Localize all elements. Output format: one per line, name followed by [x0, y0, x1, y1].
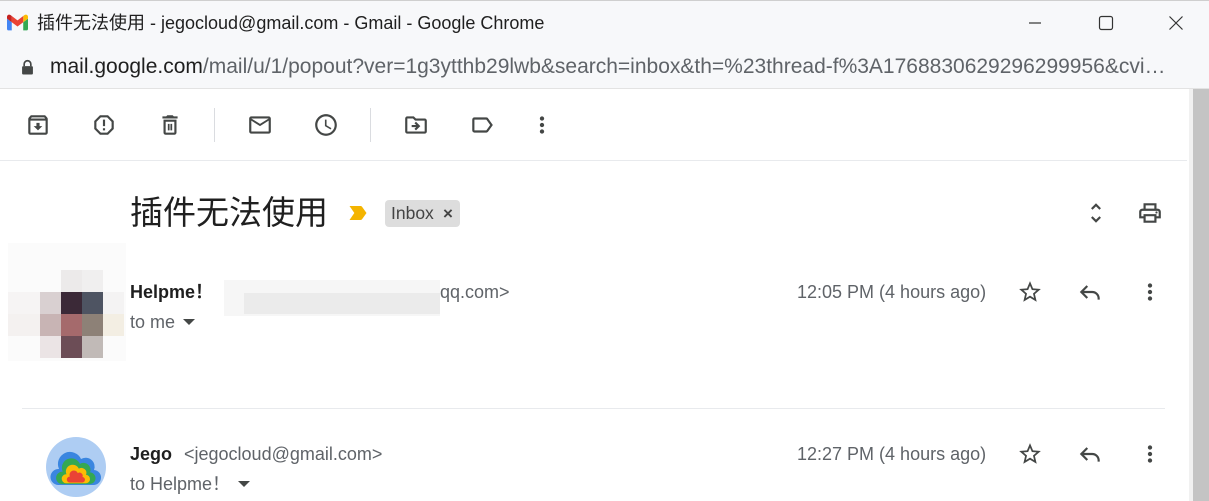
minimize-button[interactable] — [1006, 0, 1064, 46]
reply-button[interactable] — [1070, 434, 1110, 474]
label-icon — [472, 117, 493, 133]
label-button[interactable] — [462, 105, 502, 145]
message-more-button[interactable] — [1130, 272, 1170, 312]
avatar-mosaic-cell — [61, 270, 82, 292]
avatar-mosaic-cell — [40, 336, 61, 358]
redacted-email — [224, 280, 440, 316]
redacted-email-bar — [244, 293, 440, 314]
reply-icon — [1079, 447, 1100, 462]
delete-button[interactable] — [150, 105, 190, 145]
star-button[interactable] — [1010, 272, 1050, 312]
reply-icon — [1079, 285, 1100, 300]
report-spam-button[interactable] — [84, 105, 124, 145]
more-vert-icon — [1147, 283, 1153, 301]
window-title: 插件无法使用 - jegocloud@gmail.com - Gmail - G… — [37, 13, 545, 33]
url-path: /mail/u/1/popout?ver=1g3ytthb29lwb&searc… — [202, 55, 1166, 78]
sender-name[interactable]: Jego — [130, 442, 172, 466]
avatar-mosaic-cell — [40, 292, 61, 314]
archive-icon — [28, 115, 48, 135]
message-divider — [22, 408, 1165, 409]
star-button[interactable] — [1010, 434, 1050, 474]
lock-icon[interactable] — [20, 57, 35, 77]
recipients: to me — [130, 312, 176, 332]
message-more-button[interactable] — [1130, 434, 1170, 474]
thread-subject: 插件无法使用 — [130, 194, 328, 231]
more-actions-button[interactable] — [522, 105, 562, 145]
report-spam-icon — [94, 115, 114, 135]
archive-button[interactable] — [18, 105, 58, 145]
print-icon — [1139, 203, 1161, 223]
sender-name[interactable]: Helpme！ — [130, 280, 213, 304]
avatar-mosaic-cell — [8, 292, 40, 314]
avatar-mosaic-cell — [40, 314, 61, 336]
star-icon — [1019, 281, 1041, 302]
toolbar-separator — [370, 108, 371, 142]
avatar-mosaic-cell — [82, 292, 103, 314]
avatar-mosaic-cell — [82, 314, 103, 336]
scrollbar-thumb[interactable] — [1193, 89, 1209, 501]
avatar-mosaic-cell — [82, 270, 103, 292]
message-time: 12:05 PM (4 hours ago) — [797, 282, 987, 302]
move-to-icon — [405, 116, 427, 134]
more-vert-icon — [539, 116, 545, 134]
important-marker-icon[interactable] — [346, 201, 370, 225]
avatar-mosaic-cell — [103, 292, 124, 314]
show-details-dropdown[interactable] — [238, 481, 250, 487]
snooze-button[interactable] — [306, 105, 346, 145]
address-bar-url[interactable]: mail.google.com/mail/u/1/popout?ver=1g3y… — [50, 53, 1186, 81]
maximize-button[interactable] — [1077, 0, 1135, 46]
move-to-button[interactable] — [396, 105, 436, 145]
mark-unread-button[interactable] — [240, 105, 280, 145]
gmail-logo-icon — [7, 14, 28, 31]
close-icon — [1169, 16, 1183, 30]
expand-all-icon — [1091, 203, 1101, 223]
mark-unread-icon — [249, 116, 271, 134]
avatar-mosaic-cell — [61, 314, 82, 336]
avatar-mosaic-cell — [61, 336, 82, 358]
remove-label-button[interactable]: × — [439, 200, 457, 227]
message-time: 12:27 PM (4 hours ago) — [797, 444, 987, 464]
avatar-mosaic-cell — [61, 292, 82, 314]
print-button[interactable] — [1130, 193, 1170, 233]
cloud-logo-icon[interactable] — [46, 437, 106, 497]
minimize-icon — [1029, 22, 1041, 24]
avatar-mosaic-cell — [8, 314, 40, 336]
reply-button[interactable] — [1070, 272, 1110, 312]
label-chip-inbox[interactable]: Inbox × — [385, 200, 460, 227]
delete-icon — [162, 115, 178, 135]
snooze-icon — [315, 114, 337, 136]
sender-avatar[interactable] — [8, 243, 126, 361]
more-vert-icon — [1147, 445, 1153, 463]
recipients: to Helpme！ — [130, 474, 231, 494]
sender-email: <jegocloud@gmail.com> — [184, 444, 383, 464]
maximize-icon — [1098, 15, 1114, 31]
avatar-mosaic-cell — [82, 336, 103, 358]
label-chip-text: Inbox — [391, 203, 434, 223]
show-details-dropdown[interactable] — [183, 319, 195, 325]
star-icon — [1019, 443, 1041, 464]
toolbar-separator — [214, 108, 215, 142]
sender-email: qq.com> — [440, 282, 510, 302]
close-button[interactable] — [1147, 0, 1205, 46]
avatar-mosaic-cell — [103, 314, 124, 336]
toolbar-divider — [0, 160, 1187, 161]
expand-all-button[interactable] — [1076, 193, 1116, 233]
url-host: mail.google.com — [50, 55, 203, 78]
